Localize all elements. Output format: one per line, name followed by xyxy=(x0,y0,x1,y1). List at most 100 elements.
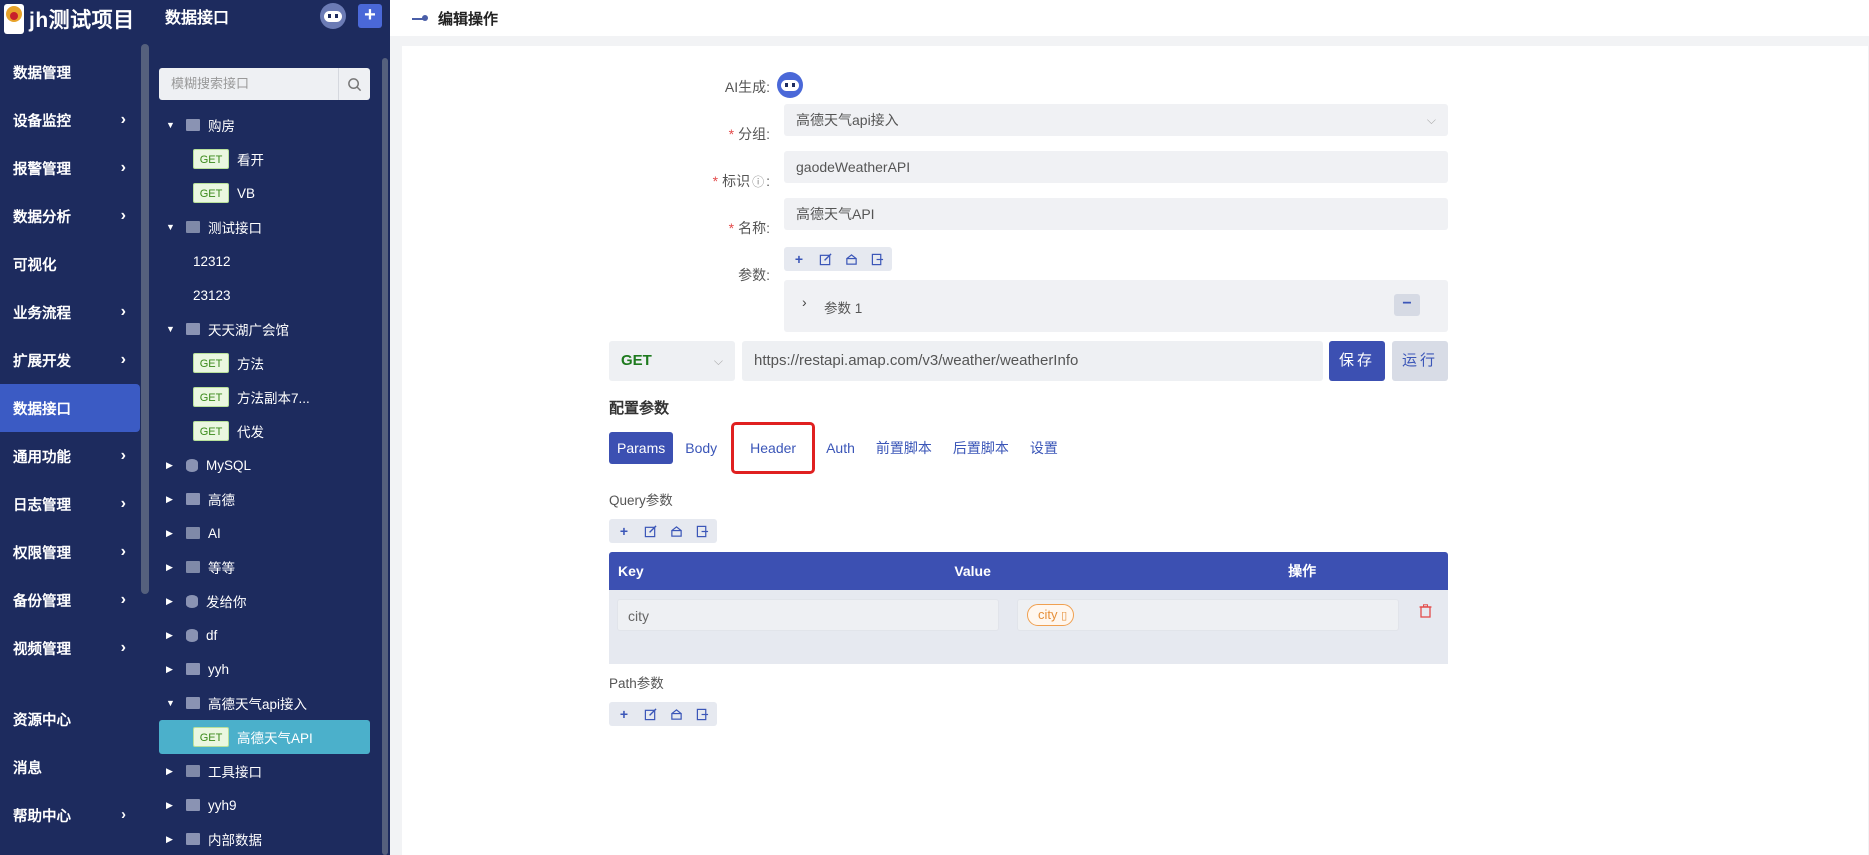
sidebar-scrollbar[interactable] xyxy=(382,58,388,855)
caret-right-icon[interactable]: ▶ xyxy=(166,834,178,845)
ai-label: AI生成: xyxy=(724,79,770,95)
nav-item[interactable]: 可视化 xyxy=(0,240,140,288)
export-icon[interactable] xyxy=(690,704,714,724)
caret-down-icon[interactable]: ▼ xyxy=(166,222,178,232)
nav-item[interactable]: 备份管理 › xyxy=(0,576,140,624)
nav-item[interactable]: 业务流程 › xyxy=(0,288,140,336)
nav-item[interactable]: 设备监控 › xyxy=(0,96,140,144)
caret-down-icon[interactable]: ▼ xyxy=(166,120,178,130)
nav-item-label: 通用功能 xyxy=(13,449,71,466)
import-icon[interactable] xyxy=(664,521,688,541)
edit-icon[interactable] xyxy=(638,521,662,541)
nav-item[interactable]: 数据管理 xyxy=(0,48,140,96)
nav-item[interactable]: 权限管理 › xyxy=(0,528,140,576)
tab-[interactable]: 设置 xyxy=(1021,432,1067,464)
nav-bottom-item[interactable]: 资源中心 xyxy=(0,695,140,743)
brand-title: jh测试项目 xyxy=(29,9,135,32)
tab-auth[interactable]: Auth xyxy=(817,432,864,464)
key-input[interactable]: city xyxy=(617,599,999,631)
method-badge: GET xyxy=(193,387,229,407)
tree-folder[interactable]: ▶ 工具接口 xyxy=(150,754,380,788)
export-icon[interactable] xyxy=(690,521,714,541)
caret-right-icon[interactable]: ▶ xyxy=(166,460,178,471)
caret-right-icon[interactable]: ▶ xyxy=(166,494,178,505)
method-select[interactable]: GET ⌵ xyxy=(609,341,735,381)
tree-item[interactable]: 12312 xyxy=(150,244,380,278)
nav-item[interactable]: 通用功能 › xyxy=(0,432,140,480)
tree-item[interactable]: 23123 xyxy=(150,278,380,312)
save-button[interactable]: 保存 xyxy=(1329,341,1385,381)
nav-item[interactable]: 数据分析 › xyxy=(0,192,140,240)
nav-item[interactable]: 扩展开发 › xyxy=(0,336,140,384)
chevron-right-icon[interactable]: › xyxy=(802,294,807,310)
value-input[interactable] xyxy=(1017,599,1399,631)
tree-leaf[interactable]: GET 代发 xyxy=(150,414,380,448)
run-button[interactable]: 运行 xyxy=(1392,341,1448,381)
tree-leaf[interactable]: GET 方法副本7... xyxy=(150,380,380,414)
tree-leaf[interactable]: GET 高德天气API xyxy=(159,720,370,754)
caret-right-icon[interactable]: ▶ xyxy=(166,562,178,573)
nav-bottom-item[interactable]: 消息 xyxy=(0,743,140,791)
search-input[interactable]: 模糊搜索接口 xyxy=(159,68,338,100)
import-icon[interactable] xyxy=(664,704,688,724)
tree-folder[interactable]: ▼ 高德天气api接入 xyxy=(150,686,380,720)
add-icon[interactable]: + xyxy=(612,704,636,724)
tab-params[interactable]: Params xyxy=(609,432,674,464)
caret-down-icon[interactable]: ▼ xyxy=(166,698,178,708)
tree-label: 内部数据 xyxy=(208,833,262,848)
add-icon[interactable]: + xyxy=(787,249,811,269)
tree-leaf[interactable]: GET 方法 xyxy=(150,346,380,380)
ai-generate-icon[interactable] xyxy=(777,72,803,98)
nav-item[interactable]: 数据接口 xyxy=(0,384,140,432)
variable-tag[interactable]: city ▯ xyxy=(1027,604,1075,626)
add-icon[interactable]: + xyxy=(612,521,636,541)
ai-robot-icon[interactable] xyxy=(320,3,346,29)
nav-item-label: 设备监控 xyxy=(13,113,71,130)
name-input[interactable]: 高德天气API xyxy=(784,198,1448,230)
caret-right-icon[interactable]: ▶ xyxy=(166,800,178,811)
tree-leaf[interactable]: GET VB xyxy=(150,176,380,210)
caret-right-icon[interactable]: ▶ xyxy=(166,528,178,539)
delete-icon[interactable] xyxy=(1419,604,1432,621)
nav-item[interactable]: 视频管理 › xyxy=(0,624,140,672)
tab-[interactable]: 前置脚本 xyxy=(867,432,941,464)
group-select[interactable]: 高德天气api接入 ⌵ xyxy=(784,104,1448,136)
tree-folder[interactable]: ▶ MySQL xyxy=(150,448,380,482)
tree-folder[interactable]: ▶ 发给你 xyxy=(150,584,380,618)
tree-folder[interactable]: ▼ 购房 xyxy=(150,108,380,142)
nav-item-label: 数据分析 xyxy=(13,209,71,226)
caret-right-icon[interactable]: ▶ xyxy=(166,596,178,607)
edit-icon[interactable] xyxy=(813,249,837,269)
tree-folder[interactable]: ▼ 天天湖广会馆 xyxy=(150,312,380,346)
tree-folder[interactable]: ▶ yyh xyxy=(150,652,380,686)
caret-right-icon[interactable]: ▶ xyxy=(166,664,178,675)
url-input[interactable]: https://restapi.amap.com/v3/weather/weat… xyxy=(742,341,1323,381)
tree-folder[interactable]: ▶ 内部数据 xyxy=(150,822,380,855)
caret-right-icon[interactable]: ▶ xyxy=(166,630,178,641)
edit-icon[interactable] xyxy=(638,704,662,724)
caret-down-icon[interactable]: ▼ xyxy=(166,324,178,334)
tree-label: 方法 xyxy=(237,357,264,372)
tree-folder[interactable]: ▶ AI xyxy=(150,516,380,550)
tree-leaf[interactable]: GET 看开 xyxy=(150,142,380,176)
nav-item[interactable]: 报警管理 › xyxy=(0,144,140,192)
tree-folder[interactable]: ▶ 等等 xyxy=(150,550,380,584)
caret-right-icon[interactable]: ▶ xyxy=(166,766,178,777)
tree-folder[interactable]: ▶ df xyxy=(150,618,380,652)
tab-[interactable]: 后置脚本 xyxy=(944,432,1018,464)
nav-scrollbar[interactable] xyxy=(141,44,149,594)
add-interface-button[interactable]: + xyxy=(358,4,382,28)
search-icon[interactable] xyxy=(338,68,370,100)
tab-header[interactable]: Header xyxy=(731,422,816,474)
nav-item[interactable]: 日志管理 › xyxy=(0,480,140,528)
export-icon[interactable] xyxy=(865,249,889,269)
param-item[interactable]: › 参数 1 − xyxy=(784,280,1448,332)
nav-bottom-item[interactable]: 帮助中心 › xyxy=(0,791,140,839)
tree-folder[interactable]: ▼ 测试接口 xyxy=(150,210,380,244)
import-icon[interactable] xyxy=(839,249,863,269)
tree-folder[interactable]: ▶ yyh9 xyxy=(150,788,380,822)
remove-param-button[interactable]: − xyxy=(1394,294,1420,316)
tree-folder[interactable]: ▶ 高德 xyxy=(150,482,380,516)
tab-body[interactable]: Body xyxy=(676,432,726,464)
id-input[interactable]: gaodeWeatherAPI xyxy=(784,151,1448,183)
